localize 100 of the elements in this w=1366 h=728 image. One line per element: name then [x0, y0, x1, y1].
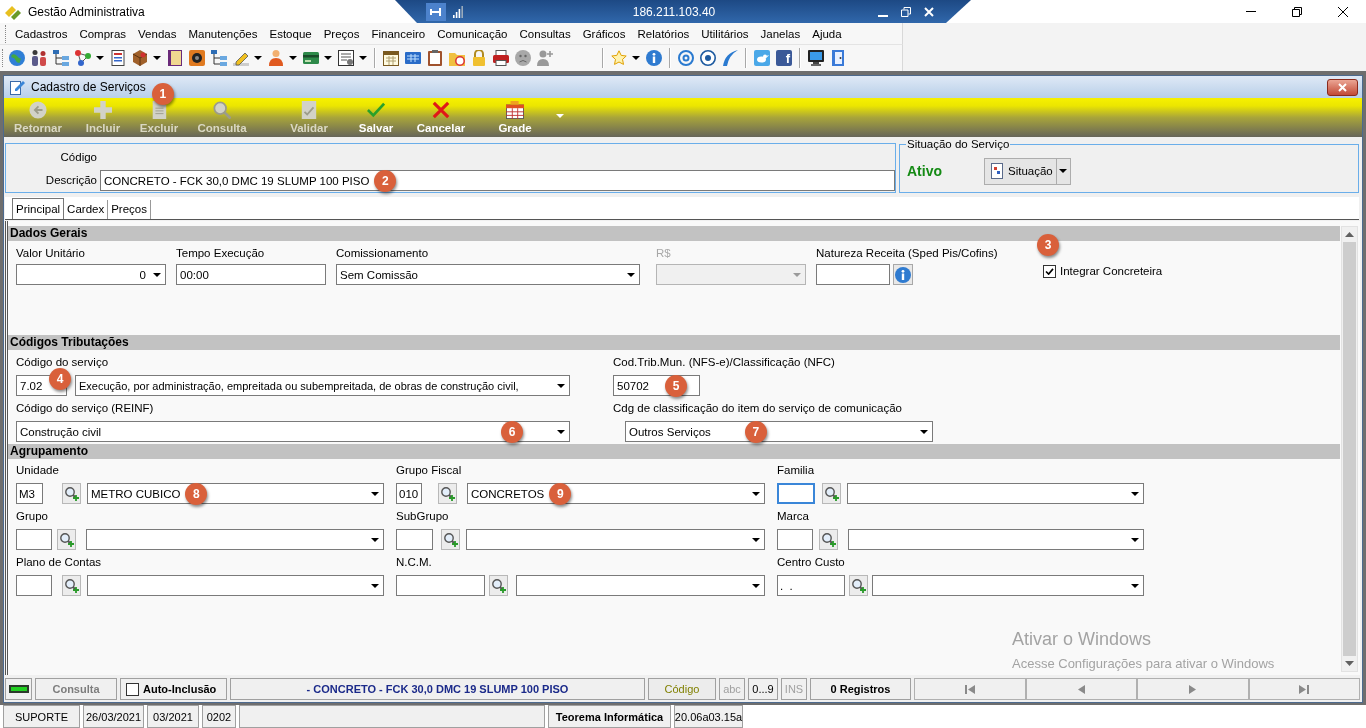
target-icon[interactable]: [700, 50, 716, 66]
text-field[interactable]: 00:00: [176, 264, 326, 285]
caret-icon[interactable]: [324, 56, 332, 60]
monitor-icon[interactable]: [808, 50, 824, 66]
menu-item[interactable]: Relatórios: [631, 24, 696, 43]
menu-item[interactable]: Comunicação: [431, 24, 514, 43]
lookup-dropdown[interactable]: [847, 483, 1144, 504]
info-button[interactable]: [893, 264, 913, 285]
number-dropdown[interactable]: 0: [16, 264, 166, 285]
menu-item[interactable]: Estoque: [263, 24, 318, 43]
calendar-icon[interactable]: [383, 50, 399, 66]
toolbar-button[interactable]: Grade: [487, 98, 543, 137]
lookup-button[interactable]: [849, 575, 868, 596]
text-field[interactable]: [816, 264, 890, 285]
tree-icon[interactable]: [211, 50, 227, 66]
menu-item[interactable]: Consultas: [513, 24, 577, 43]
status-button[interactable]: Situação: [984, 157, 1071, 185]
menu-item[interactable]: Ajuda: [806, 24, 848, 43]
caret-icon[interactable]: [254, 56, 262, 60]
scrollbar-thumb[interactable]: [1343, 242, 1356, 656]
code-field[interactable]: [396, 529, 433, 550]
lookup-dropdown[interactable]: CONCRETOS 9: [467, 483, 765, 504]
select-dropdown[interactable]: Sem Comissão: [336, 264, 640, 285]
close-button[interactable]: [1327, 78, 1358, 96]
menu-item[interactable]: Preços: [317, 24, 366, 43]
network-icon[interactable]: [75, 50, 91, 66]
minimize-icon[interactable]: [878, 14, 888, 17]
municipal-code-field[interactable]: 50702 5: [613, 375, 700, 396]
lookup-dropdown[interactable]: [87, 575, 384, 596]
lock-icon[interactable]: [471, 50, 487, 66]
lookup-button[interactable]: [822, 483, 841, 504]
caret-icon[interactable]: [289, 56, 297, 60]
menu-item[interactable]: Cadastros: [9, 24, 74, 43]
lookup-button[interactable]: [441, 529, 460, 550]
menu-item[interactable]: Utilitários: [695, 24, 755, 43]
pin-icon[interactable]: [426, 2, 446, 21]
code-field[interactable]: 010: [396, 483, 422, 504]
reinf-service-dropdown[interactable]: Construção civil 6: [16, 421, 570, 442]
menu-item[interactable]: Vendas: [132, 24, 183, 43]
code-field[interactable]: [396, 575, 485, 596]
code-field[interactable]: [16, 529, 52, 550]
lookup-button[interactable]: [489, 575, 508, 596]
ring-icon[interactable]: [678, 50, 694, 66]
lookup-dropdown[interactable]: [86, 529, 384, 550]
form-icon[interactable]: [338, 50, 354, 66]
code-field[interactable]: [16, 575, 52, 596]
globe-icon[interactable]: [9, 50, 25, 66]
lookup-dropdown[interactable]: [872, 575, 1144, 596]
menu-item[interactable]: Janelas: [754, 24, 807, 43]
pencil-icon[interactable]: [233, 50, 249, 66]
description-field[interactable]: CONCRETO - FCK 30,0 DMC 19 SLUMP 100 PISO 2: [100, 170, 895, 191]
lookup-dropdown[interactable]: [516, 575, 765, 596]
menu-item[interactable]: Compras: [73, 24, 133, 43]
face-icon[interactable]: [515, 50, 531, 66]
panel-icon[interactable]: [405, 50, 421, 66]
menu-item[interactable]: Financeiro: [365, 24, 432, 43]
code-field[interactable]: [777, 529, 813, 550]
code-field[interactable]: . .: [777, 575, 845, 596]
people-icon[interactable]: [31, 50, 47, 66]
folder-icon[interactable]: [449, 50, 465, 66]
card-icon[interactable]: [303, 50, 319, 66]
book-icon[interactable]: [167, 50, 183, 66]
tab[interactable]: Principal: [12, 198, 65, 219]
lookup-button[interactable]: [62, 483, 81, 504]
toolbar-button[interactable]: Salvar: [348, 98, 404, 137]
lookup-dropdown[interactable]: METRO CUBICO 8: [87, 483, 384, 504]
lookup-button[interactable]: [819, 529, 838, 550]
swoosh-icon[interactable]: [722, 50, 738, 66]
sort-order-button[interactable]: Código: [648, 678, 716, 700]
caret-icon[interactable]: [359, 56, 367, 60]
toolbar-button[interactable]: Cancelar: [413, 98, 469, 137]
caret-icon[interactable]: [632, 56, 640, 60]
checkbox[interactable]: [126, 682, 139, 696]
lookup-dropdown[interactable]: [466, 529, 765, 550]
down-arrow-icon[interactable]: [1345, 661, 1354, 666]
bird-tile-icon[interactable]: [754, 50, 770, 66]
lookup-button[interactable]: [57, 529, 76, 550]
code-field[interactable]: [777, 483, 815, 504]
classification-dropdown[interactable]: Outros Serviços 7: [625, 421, 933, 442]
lookup-button[interactable]: [62, 575, 81, 596]
scrollbar[interactable]: [1341, 226, 1358, 672]
door-icon[interactable]: [830, 50, 846, 66]
menu-item[interactable]: Manutenções: [182, 24, 264, 43]
tab[interactable]: Cardex: [64, 200, 109, 219]
checkbox[interactable]: [1043, 264, 1056, 278]
add-person-icon[interactable]: [537, 50, 553, 66]
star-icon[interactable]: [611, 50, 627, 66]
person-icon[interactable]: [268, 50, 284, 66]
caret-icon[interactable]: [96, 56, 104, 60]
menu-item[interactable]: Gráficos: [576, 24, 632, 43]
tree-icon[interactable]: [53, 50, 69, 66]
tab[interactable]: Preços: [108, 200, 151, 219]
document-icon[interactable]: [110, 50, 126, 66]
printer-icon[interactable]: [493, 50, 509, 66]
f-tile-icon[interactable]: f: [776, 50, 792, 66]
lookup-dropdown[interactable]: [848, 529, 1144, 550]
code-field[interactable]: M3: [16, 483, 43, 504]
up-arrow-icon[interactable]: [1345, 232, 1354, 237]
close-icon[interactable]: [1338, 6, 1348, 17]
lookup-button[interactable]: [438, 483, 457, 504]
